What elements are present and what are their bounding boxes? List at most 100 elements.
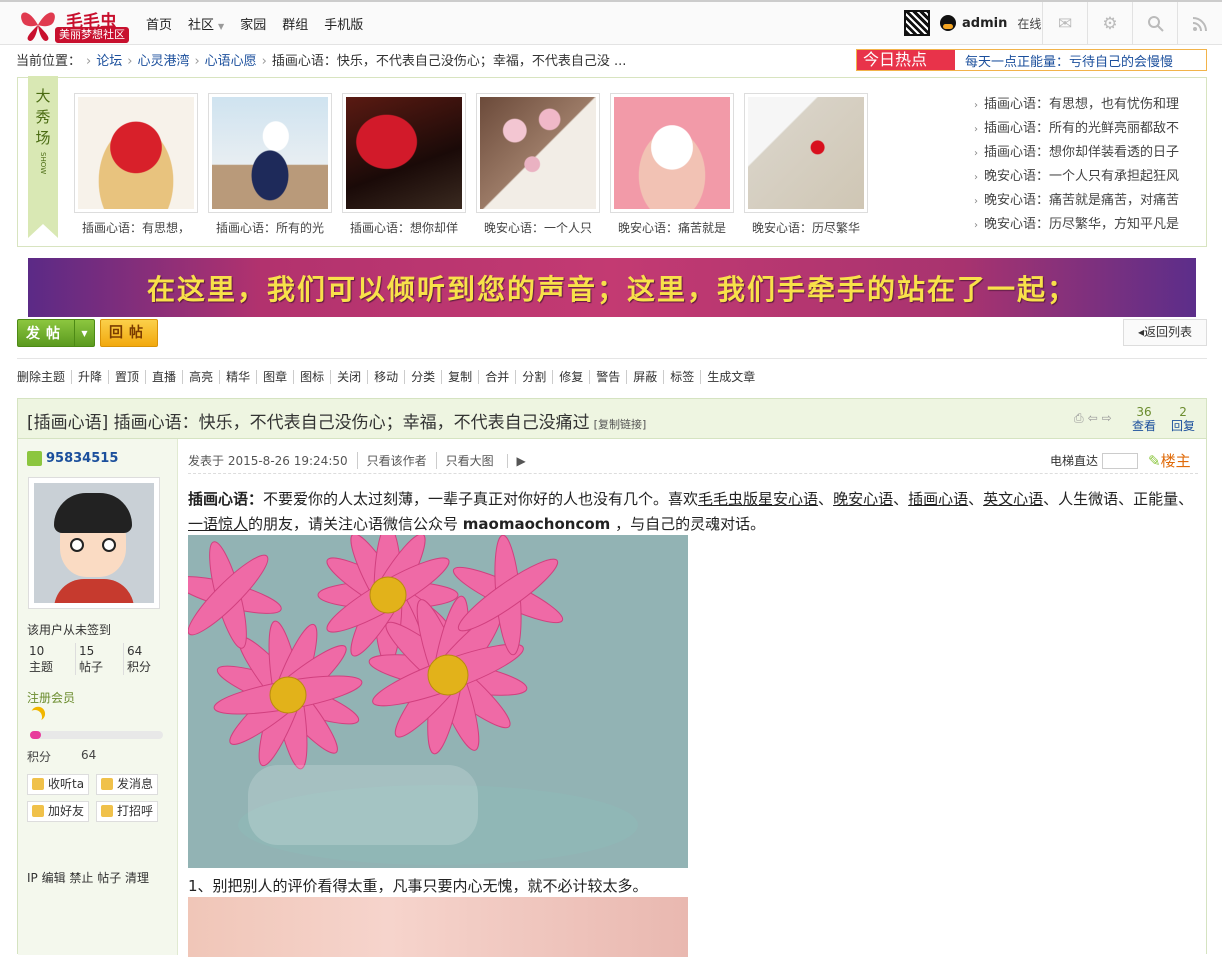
author-name[interactable]: 95834515 bbox=[46, 451, 118, 466]
site-logo[interactable]: 毛毛虫 美丽梦想社区 bbox=[18, 5, 140, 45]
stat-posts[interactable]: 15 帖子 bbox=[75, 643, 123, 675]
showcase-thumb[interactable]: 晚安心语：痛苦就是 bbox=[610, 93, 734, 236]
promo-banner[interactable]: 在这里，我们可以倾听到您的声音；这里，我们手牵手的站在了一起； bbox=[28, 258, 1196, 317]
mod-move[interactable]: 移动 bbox=[367, 370, 404, 384]
post-image-second[interactable] bbox=[188, 897, 688, 957]
mod-copy[interactable]: 复制 bbox=[441, 370, 478, 384]
floor-jump-input[interactable] bbox=[1102, 452, 1139, 469]
link-wanan[interactable]: 晚安心语 bbox=[833, 490, 893, 508]
mod-stamp[interactable]: 图章 bbox=[256, 370, 293, 384]
mod-close[interactable]: 关闭 bbox=[330, 370, 367, 384]
list-item[interactable]: 插画心语：所有的光鲜亮丽都敌不 bbox=[974, 117, 1199, 141]
mod-tags[interactable]: 标签 bbox=[663, 370, 700, 384]
breadcrumb-forum[interactable]: 论坛 bbox=[96, 54, 122, 69]
moderation-toolbar: 删除主题 升降 置顶 直播 高亮 精华 图章 图标 关闭 移动 分类 复制 合并… bbox=[17, 370, 761, 384]
link-english[interactable]: 英文心语 bbox=[983, 490, 1043, 508]
copy-link[interactable]: [复制链接] bbox=[594, 418, 647, 431]
list-item[interactable]: 插画心语：想你却佯装看透的日子 bbox=[974, 141, 1199, 165]
post-body: 发表于 2015-8-26 19:24:50 只看该作者 只看大图 ▶ 电梯直达… bbox=[178, 439, 1208, 957]
thumb-caption[interactable]: 插画心语：想你却佯 bbox=[342, 219, 466, 236]
breadcrumb-board[interactable]: 心语心愿 bbox=[205, 54, 257, 69]
mod-bump[interactable]: 升降 bbox=[71, 370, 108, 384]
mod-merge[interactable]: 合并 bbox=[478, 370, 515, 384]
add-friend-button[interactable]: 加好友 bbox=[27, 801, 90, 822]
thumb-caption[interactable]: 晚安心语：痛苦就是 bbox=[610, 219, 734, 236]
mod-warn[interactable]: 警告 bbox=[589, 370, 626, 384]
post-divider bbox=[188, 473, 1198, 474]
admin-links[interactable]: IP 编辑 禁止 帖子 清理 bbox=[27, 869, 149, 886]
mod-live[interactable]: 直播 bbox=[145, 370, 182, 384]
new-post-button[interactable]: 发帖 ▼ bbox=[17, 319, 95, 347]
thumb-caption[interactable]: 插画心语：所有的光 bbox=[208, 219, 332, 236]
mod-repair[interactable]: 修复 bbox=[552, 370, 589, 384]
intro-text: ，与自己的灵魂对话。 bbox=[610, 515, 766, 533]
reply-button[interactable]: 回帖 bbox=[100, 319, 158, 347]
list-item[interactable]: 插画心语：有思想，也有忧伤和理 bbox=[974, 93, 1199, 117]
thumb-image[interactable] bbox=[74, 93, 198, 213]
follow-button[interactable]: 收听ta bbox=[27, 774, 90, 795]
list-item[interactable]: 晚安心语：历尽繁华，方知平凡是 bbox=[974, 213, 1199, 237]
mod-category[interactable]: 分类 bbox=[404, 370, 441, 384]
stat-label: 帖子 bbox=[79, 660, 104, 674]
thumb-image[interactable] bbox=[342, 93, 466, 213]
breadcrumb-section[interactable]: 心灵港湾 bbox=[137, 54, 189, 69]
search-icon[interactable] bbox=[1132, 2, 1177, 45]
breadcrumb-sep: › bbox=[86, 54, 92, 69]
mod-sticky[interactable]: 置顶 bbox=[108, 370, 145, 384]
message-icon[interactable]: ✉ bbox=[1042, 2, 1087, 45]
mod-highlight[interactable]: 高亮 bbox=[182, 370, 219, 384]
thumb-caption[interactable]: 晚安心语：一个人只 bbox=[476, 219, 600, 236]
rss-icon[interactable] bbox=[1177, 2, 1222, 45]
banner-text: 在这里，我们可以倾听到您的声音；这里，我们手牵手的站在了一起； bbox=[146, 272, 1077, 306]
thumb-image[interactable] bbox=[208, 93, 332, 213]
link-xingan[interactable]: 毛毛虫版星安心语 bbox=[698, 490, 818, 508]
thumb-image[interactable] bbox=[744, 93, 868, 213]
hot-link[interactable]: 每天一点正能量：亏待自己的会慢慢 bbox=[965, 51, 1173, 70]
post-time: 发表于 2015-8-26 19:24:50 bbox=[188, 454, 348, 468]
mod-generate-article[interactable]: 生成文章 bbox=[700, 370, 761, 384]
print-icon[interactable]: ⎙ bbox=[1074, 411, 1084, 426]
author-only-link[interactable]: 只看该作者 bbox=[356, 452, 436, 469]
qr-code-icon[interactable] bbox=[904, 10, 930, 36]
avatar[interactable] bbox=[28, 477, 160, 609]
thumb-image[interactable] bbox=[476, 93, 600, 213]
post-image-flowers[interactable] bbox=[188, 535, 688, 868]
showcase-thumb[interactable]: 晚安心语：历尽繁华 bbox=[744, 93, 868, 236]
link-yiyu[interactable]: 一语惊人 bbox=[188, 515, 248, 533]
mod-delete[interactable]: 删除主题 bbox=[17, 370, 71, 384]
thumb-caption[interactable]: 晚安心语：历尽繁华 bbox=[744, 219, 868, 236]
showcase-thumb[interactable]: 插画心语：所有的光 bbox=[208, 93, 332, 236]
nav-community[interactable]: 社区 ▼ bbox=[188, 14, 224, 33]
thumb-image[interactable] bbox=[610, 93, 734, 213]
nav-mobile[interactable]: 手机版 bbox=[324, 14, 363, 33]
stat-topics[interactable]: 10 主题 bbox=[27, 643, 75, 675]
mod-icon[interactable]: 图标 bbox=[293, 370, 330, 384]
list-item[interactable]: 晚安心语：一个人只有承担起狂风 bbox=[974, 165, 1199, 189]
mod-split[interactable]: 分割 bbox=[515, 370, 552, 384]
nav-home-space[interactable]: 家园 bbox=[240, 14, 266, 33]
settings-gear-icon[interactable]: ⚙ bbox=[1087, 2, 1132, 45]
thumb-caption[interactable]: 插画心语：有思想， bbox=[74, 219, 198, 236]
back-to-list-button[interactable]: ◂返回列表 bbox=[1123, 319, 1207, 346]
showcase-thumb[interactable]: 晚安心语：一个人只 bbox=[476, 93, 600, 236]
showcase-thumb[interactable]: 插画心语：想你却佯 bbox=[342, 93, 466, 236]
greet-button[interactable]: 打招呼 bbox=[96, 801, 159, 822]
message-button[interactable]: 发消息 bbox=[96, 774, 159, 795]
link-chahua[interactable]: 插画心语 bbox=[908, 490, 968, 508]
next-thread-icon[interactable]: ⇨ bbox=[1102, 411, 1112, 426]
sep: 、 bbox=[818, 490, 834, 508]
chevron-down-icon[interactable]: ▼ bbox=[74, 320, 94, 346]
list-item[interactable]: 晚安心语：痛苦就是痛苦，对痛苦 bbox=[974, 189, 1199, 213]
replies-stat: 2 回复 bbox=[1171, 405, 1195, 433]
mod-block[interactable]: 屏蔽 bbox=[626, 370, 663, 384]
stat-points[interactable]: 64 积分 bbox=[123, 643, 171, 675]
showcase-thumb[interactable]: 插画心语：有思想， bbox=[74, 93, 198, 236]
nav-groups[interactable]: 群组 bbox=[282, 14, 308, 33]
nav-home[interactable]: 首页 bbox=[146, 14, 172, 33]
prev-thread-icon[interactable]: ⇦ bbox=[1088, 411, 1098, 426]
mod-digest[interactable]: 精华 bbox=[219, 370, 256, 384]
user-group[interactable]: 注册会员 bbox=[27, 689, 75, 706]
online-status[interactable]: 在线 bbox=[1017, 15, 1041, 32]
big-image-link[interactable]: 只看大图 ▶ bbox=[435, 452, 544, 469]
username-link[interactable]: admin bbox=[962, 16, 1007, 31]
